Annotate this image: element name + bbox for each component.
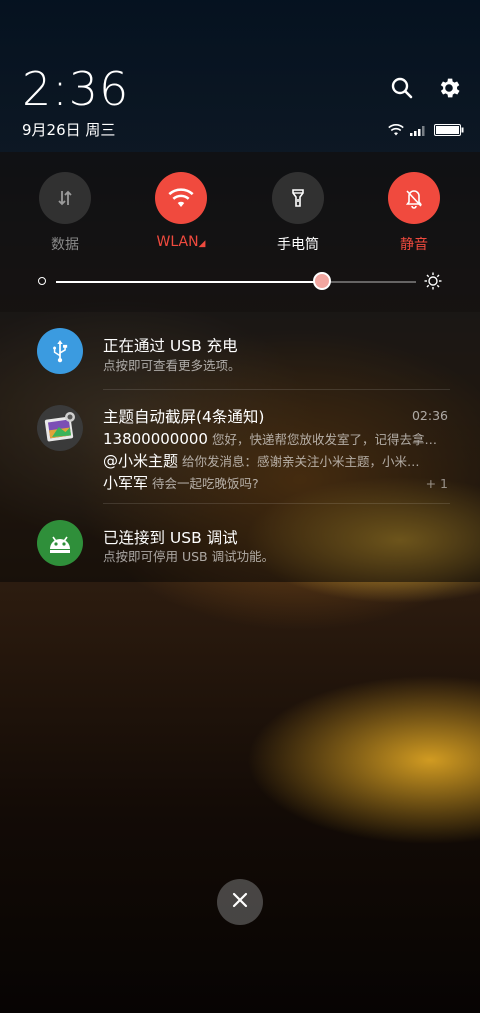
battery-icon — [434, 121, 464, 140]
date[interactable]: 9月26日 周三 — [22, 119, 115, 140]
close-icon — [231, 891, 249, 913]
more-count-badge: + 1 — [425, 476, 448, 491]
message-sender: @小米主题 — [103, 452, 179, 470]
screenshot-gallery-icon — [37, 405, 83, 451]
clock[interactable]: 2:36 — [22, 62, 129, 116]
notification-theme-screenshot[interactable]: 主题自动截屏(4条通知) 02:36 13800000000 您好，快递帮您放收发… — [0, 392, 480, 500]
notification-title: 正在通过 USB 充电 — [103, 337, 238, 355]
notification-time: 02:36 — [411, 408, 448, 423]
search-icon[interactable] — [388, 74, 416, 102]
android-icon — [37, 520, 83, 566]
notification-usb-charging[interactable]: 正在通过 USB 充电 点按即可查看更多选项。 — [0, 318, 480, 388]
brightness-slider-handle[interactable] — [313, 272, 331, 290]
qs-tile-mobile-data[interactable]: 数据 — [15, 172, 115, 254]
clear-notifications-button[interactable] — [217, 879, 263, 925]
notification-subtitle: 点按即可查看更多选项。 — [103, 358, 241, 373]
mute-icon[interactable] — [388, 172, 440, 224]
notification-title: 已连接到 USB 调试 — [103, 529, 238, 547]
wifi-icon — [388, 121, 404, 140]
message-line: 13800000000 您好，快递帮您放收发室了，记得去拿… — [103, 429, 448, 448]
qs-tile-wlan[interactable]: WLAN◢ — [131, 172, 231, 250]
qs-tile-flashlight[interactable]: 手电筒 — [248, 172, 348, 254]
notification-title: 主题自动截屏(4条通知) — [103, 408, 265, 426]
qs-tile-mute[interactable]: 静音 — [364, 172, 464, 254]
expand-corner-icon: ◢ — [198, 239, 206, 249]
notification-usb-debugging[interactable]: 已连接到 USB 调试 点按即可停用 USB 调试功能。 — [0, 508, 480, 578]
brightness-slider[interactable] — [56, 281, 416, 283]
flashlight-icon[interactable] — [272, 172, 324, 224]
brightness-slider-fill — [56, 281, 322, 283]
message-line: 小军军 待会一起吃晚饭吗? — [103, 472, 403, 493]
brightness-low-icon — [38, 277, 46, 285]
gear-icon[interactable] — [435, 74, 463, 102]
signal-icon — [410, 121, 428, 140]
message-line: @小米主题 给你发消息：感谢亲关注小米主题，小米… — [103, 450, 448, 471]
divider — [103, 503, 450, 504]
usb-icon — [37, 328, 83, 374]
mobile-data-icon[interactable] — [39, 172, 91, 224]
status-icons — [388, 121, 464, 140]
qs-label-mobile-data: 数据 — [51, 237, 79, 253]
message-text: 待会一起吃晚饭吗? — [152, 476, 259, 491]
qs-label-wlan: WLAN◢ — [157, 234, 206, 250]
qs-label-mute: 静音 — [400, 237, 428, 253]
message-text: 给你发消息：感谢亲关注小米主题，小米… — [182, 454, 420, 469]
divider — [103, 389, 450, 390]
qs-label-flashlight: 手电筒 — [277, 237, 319, 253]
brightness-high-icon — [424, 272, 442, 290]
wifi-icon[interactable] — [155, 172, 207, 224]
qs-label-wlan-text: WLAN — [156, 234, 199, 250]
message-sender: 13800000000 — [103, 430, 208, 448]
message-sender: 小军军 — [103, 474, 149, 492]
notification-subtitle: 点按即可停用 USB 调试功能。 — [103, 549, 275, 564]
message-text: 您好，快递帮您放收发室了，记得去拿… — [211, 432, 437, 447]
